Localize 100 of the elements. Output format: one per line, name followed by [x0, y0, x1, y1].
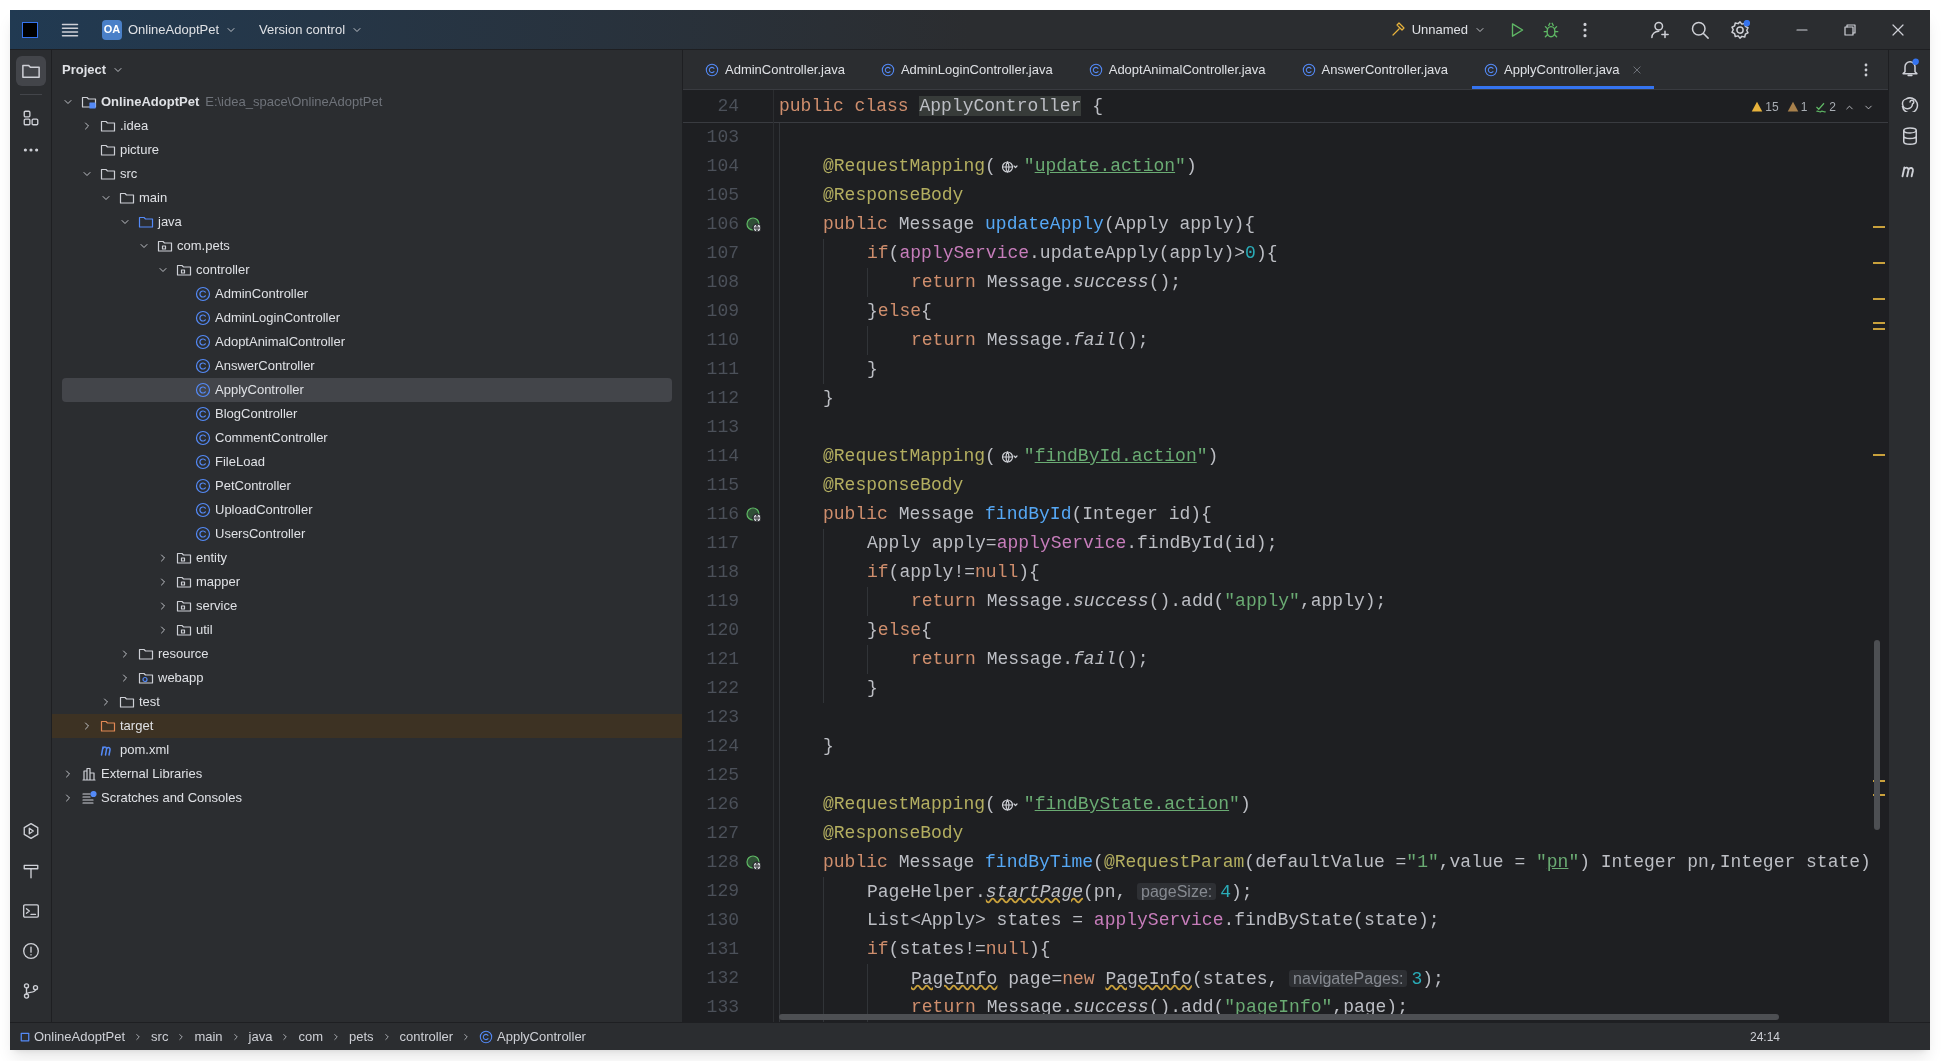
restore-icon[interactable]	[1842, 21, 1858, 38]
app-logo-icon[interactable]	[22, 21, 38, 38]
folder-icon	[100, 718, 116, 734]
breadcrumb-item[interactable]: main	[194, 1026, 223, 1047]
tree-item[interactable]: src	[52, 162, 682, 186]
tree-item[interactable]: ApplyController	[62, 378, 672, 402]
tree-item[interactable]: AdminController	[52, 282, 682, 306]
caret-position[interactable]: 24:14	[1749, 1027, 1780, 1046]
code-line: Apply apply=applyService.findById(id);	[867, 532, 1278, 555]
tree-item[interactable]: target	[52, 714, 682, 738]
code-line: if(apply!=null){	[867, 561, 1040, 584]
tree-item[interactable]: pom.xml	[52, 738, 682, 762]
tree-item[interactable]: External Libraries	[52, 762, 682, 786]
tree-item[interactable]: mapper	[52, 570, 682, 594]
breadcrumb-item[interactable]: java	[248, 1026, 273, 1047]
problems-icon[interactable]	[21, 942, 40, 960]
package-folder-icon	[157, 238, 173, 254]
class-icon	[195, 454, 211, 470]
tree-item[interactable]: service	[52, 594, 682, 618]
tree-item[interactable]: java	[52, 210, 682, 234]
warning-icon[interactable]	[1751, 101, 1764, 113]
tree-item[interactable]: controller	[52, 258, 682, 282]
breadcrumb-item[interactable]: controller	[399, 1026, 454, 1047]
tree-item[interactable]: PetController	[52, 474, 682, 498]
code-line: List<Apply> states = applyService.findByState(state);	[867, 909, 1440, 932]
tree-item[interactable]: AdoptAnimalController	[52, 330, 682, 354]
code-line: @RequestMapping(	[823, 155, 996, 178]
editor-tab[interactable]: AdminLoginController.java	[868, 50, 1065, 89]
code-line: return Message.fail();	[911, 329, 1149, 352]
tree-item[interactable]: webapp	[52, 666, 682, 690]
tree-item[interactable]: OnlineAdoptPet E:\idea_space\OnlineAdoptPet	[52, 90, 682, 114]
inspection-count[interactable]: 2	[1829, 98, 1836, 116]
folder-icon	[119, 694, 135, 710]
tree-item[interactable]: CommentController	[52, 426, 682, 450]
folder-icon[interactable]	[15, 56, 46, 86]
package-folder-icon	[176, 262, 192, 278]
breadcrumb-item[interactable]: com	[298, 1026, 324, 1047]
run-configuration-selector[interactable]: Unnamed	[1389, 19, 1486, 40]
terminal-icon[interactable]	[21, 902, 40, 920]
tree-item[interactable]: resource	[52, 642, 682, 666]
settings-icon[interactable]	[1730, 19, 1750, 40]
warning-stripe	[1873, 328, 1885, 330]
menu-label: Version control	[259, 20, 346, 39]
project-name: OnlineAdoptPet	[128, 20, 220, 39]
tree-item[interactable]: AdminLoginController	[52, 306, 682, 330]
scrollbar-thumb[interactable]	[779, 1014, 1779, 1020]
package-folder-icon	[176, 598, 192, 614]
check-icon[interactable]	[1815, 101, 1828, 113]
code-line: public Message findByTime(@RequestParam(defaultValue ="1",value = "pn") Integer pn,Integer state)	[823, 851, 1871, 874]
breadcrumb-item[interactable]: ApplyController	[479, 1026, 586, 1047]
code-line: return Message.success();	[911, 271, 1182, 294]
tree-item[interactable]: util	[52, 618, 682, 642]
inspection-count[interactable]: 15	[1765, 98, 1779, 116]
editor-tab[interactable]: AdminController.java	[693, 50, 857, 89]
code-line: @ResponseBody	[823, 822, 964, 845]
tree-item[interactable]: BlogController	[52, 402, 682, 426]
tree-item[interactable]: Scratches and Consoles	[52, 786, 682, 810]
hammer-icon[interactable]	[21, 862, 40, 880]
scrollbar-thumb[interactable]	[1874, 640, 1880, 830]
class-icon	[195, 478, 211, 494]
bug-icon[interactable]	[1542, 20, 1560, 39]
package-folder-icon	[176, 622, 192, 638]
editor-tab[interactable]: AnswerController.java	[1289, 50, 1460, 89]
project-selector[interactable]: OA OnlineAdoptPet	[98, 15, 242, 44]
warning-stripe	[1873, 322, 1885, 324]
editor-tab[interactable]: AdoptAnimalController.java	[1076, 50, 1278, 89]
tree-item[interactable]: com.pets	[52, 234, 682, 258]
code-line: public class ApplyController {	[779, 94, 1104, 118]
tree-item[interactable]: entity	[52, 546, 682, 570]
tree-item[interactable]: FileLoad	[52, 450, 682, 474]
tree-item[interactable]: UsersController	[52, 522, 682, 546]
globe-badge-icon[interactable]	[746, 506, 762, 523]
class-icon	[195, 430, 211, 446]
run-icon[interactable]	[21, 822, 40, 840]
scratches-icon	[81, 790, 97, 806]
tree-item[interactable]: UploadController	[52, 498, 682, 522]
tree-item[interactable]: main	[52, 186, 682, 210]
tree-item[interactable]: test	[52, 690, 682, 714]
panel-title: Project	[62, 61, 107, 80]
breadcrumb-item[interactable]: src	[151, 1026, 169, 1047]
git-branch-icon[interactable]	[21, 982, 40, 1000]
tree-item[interactable]: AnswerController	[52, 354, 682, 378]
tree-item[interactable]: picture	[52, 138, 682, 162]
inspection-count[interactable]: 1	[1800, 98, 1808, 116]
search-icon[interactable]	[1690, 19, 1710, 40]
folder-icon	[100, 166, 116, 182]
breadcrumb-item[interactable]: pets	[349, 1026, 374, 1047]
version-control-menu[interactable]: Version control	[259, 19, 364, 40]
bell-icon[interactable]	[1899, 58, 1920, 78]
tree-item[interactable]: .idea	[52, 114, 682, 138]
add-user-icon[interactable]	[1650, 19, 1670, 40]
menu-label: Unnamed	[1411, 20, 1468, 39]
warning-icon[interactable]	[1786, 101, 1799, 113]
breadcrumb-item[interactable]: OnlineAdoptPet	[20, 1026, 126, 1047]
globe-badge-icon[interactable]	[746, 216, 762, 233]
globe-badge-icon[interactable]	[746, 854, 762, 871]
code-line: if(states!=null){	[867, 938, 1051, 961]
folder-icon	[100, 142, 116, 158]
code-line: }	[823, 387, 834, 410]
structure-icon[interactable]	[21, 109, 40, 127]
